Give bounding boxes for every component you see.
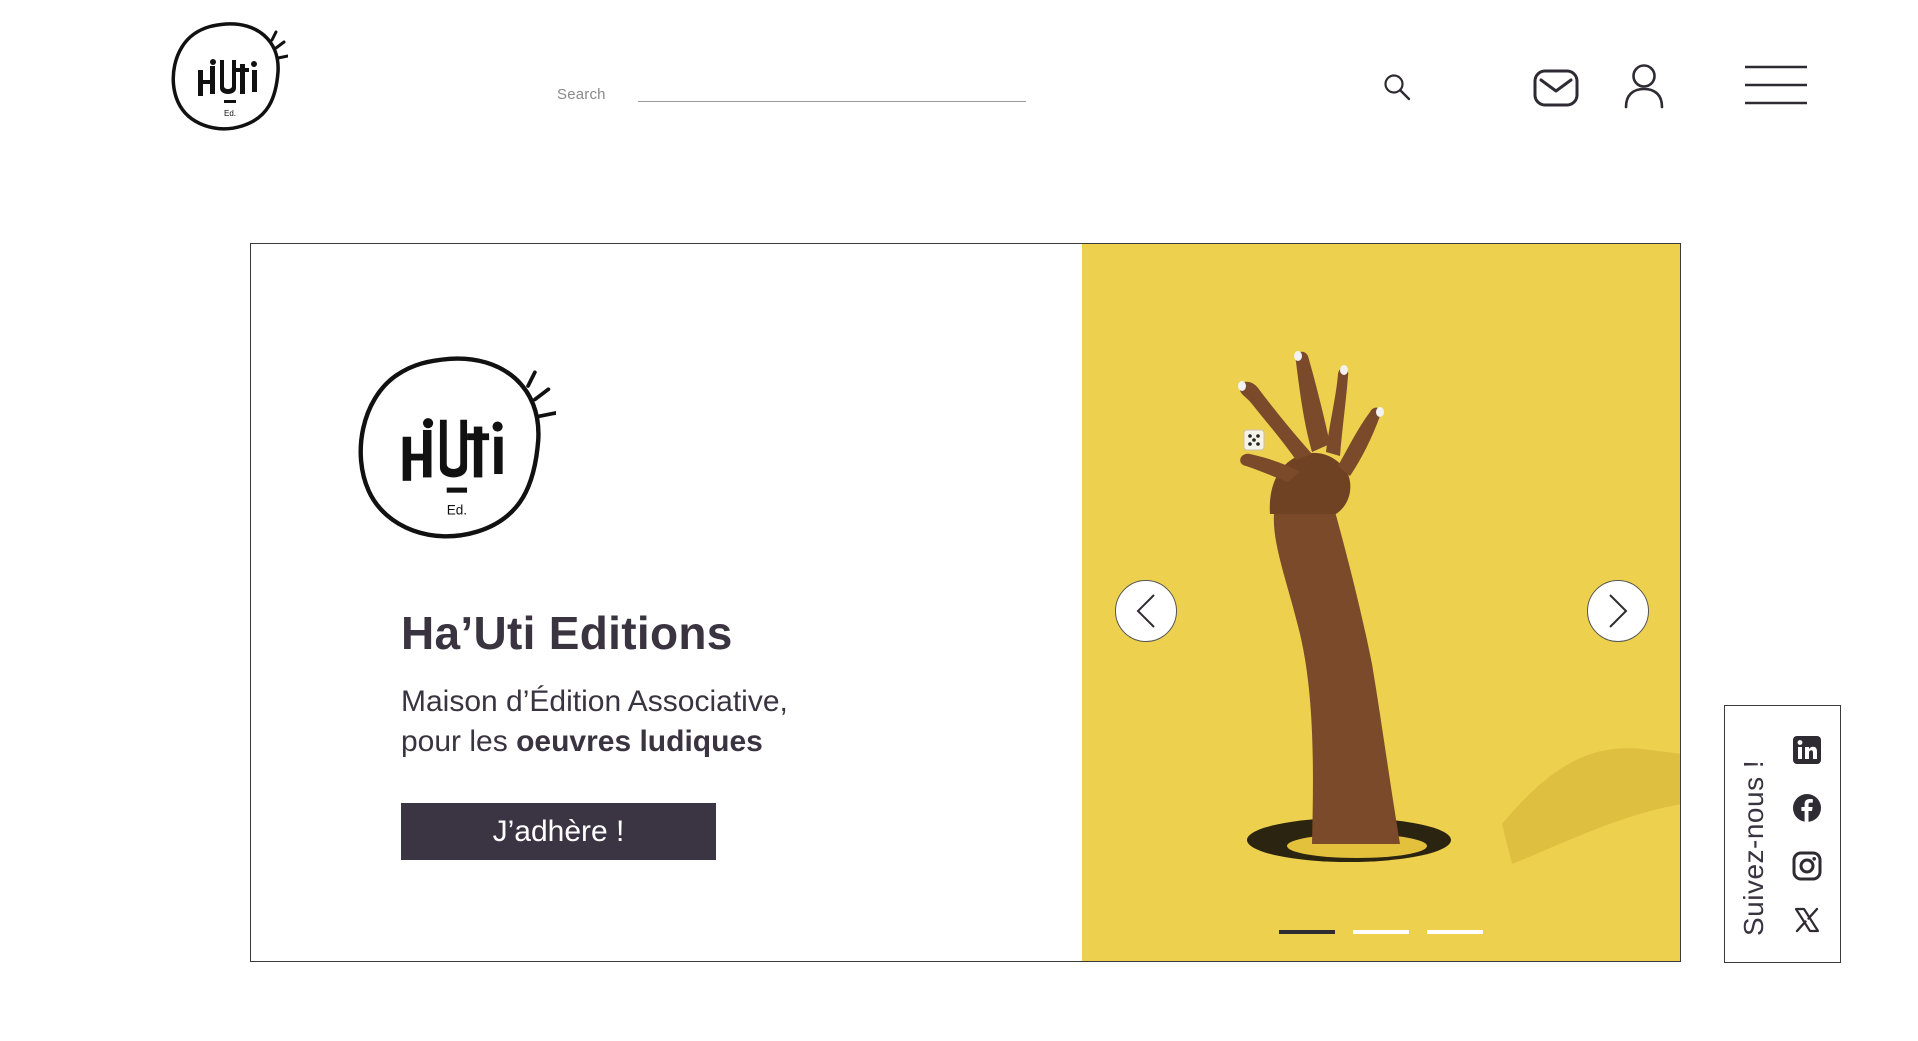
chevron-left-icon [1136, 594, 1155, 628]
account-button[interactable] [1622, 62, 1666, 110]
x-icon [1794, 907, 1820, 933]
svg-text:Ed.: Ed. [224, 109, 236, 118]
hamburger-menu-icon [1745, 65, 1807, 105]
join-button[interactable]: J’adhère ! [401, 803, 716, 860]
carousel-dot-1[interactable] [1279, 930, 1335, 934]
mail-button[interactable] [1532, 66, 1580, 110]
carousel-next-button[interactable] [1587, 580, 1649, 642]
carousel-dot-2[interactable] [1353, 930, 1409, 934]
hero-subtitle-line1: Maison d’Édition Associative, [401, 685, 788, 718]
site-logo[interactable]: Ed. [168, 20, 290, 138]
hero-subtitle-line2-prefix: pour les [401, 725, 517, 758]
user-icon [1624, 64, 1664, 109]
chevron-right-icon [1609, 594, 1628, 628]
hero-subtitle-line2-bold: oeuvres ludiques [516, 725, 763, 758]
instagram-link[interactable] [1791, 850, 1823, 882]
search-label: Search [557, 86, 606, 103]
follow-us-label: Suivez-nous ! [1738, 759, 1769, 936]
hero-text-panel: Ed. Ha’Uti Editions Maison d’Édition Ass… [251, 244, 1082, 961]
hero-carousel: Ed. Ha’Uti Editions Maison d’Édition Ass… [250, 243, 1681, 962]
search-button[interactable] [1380, 70, 1414, 104]
svg-text:Ed.: Ed. [447, 503, 467, 518]
instagram-icon [1792, 851, 1822, 881]
search-input[interactable] [638, 78, 1026, 102]
facebook-link[interactable] [1791, 792, 1823, 824]
facebook-icon [1793, 794, 1821, 822]
search-icon [1384, 74, 1411, 101]
mail-icon [1533, 69, 1579, 107]
carousel-indicators [1279, 930, 1483, 934]
hero-logo: Ed. [351, 352, 558, 552]
x-link[interactable] [1791, 904, 1823, 936]
linkedin-icon [1793, 736, 1821, 764]
hero-subtitle: Maison d’Édition Associative, pour les o… [401, 682, 788, 762]
hero-image-panel [1082, 244, 1680, 961]
linkedin-link[interactable] [1791, 734, 1823, 766]
social-links-box: Suivez-nous ! [1724, 705, 1841, 963]
hero-title: Ha’Uti Editions [401, 607, 733, 659]
carousel-dot-3[interactable] [1427, 930, 1483, 934]
menu-button[interactable] [1744, 62, 1808, 108]
carousel-prev-button[interactable] [1115, 580, 1177, 642]
